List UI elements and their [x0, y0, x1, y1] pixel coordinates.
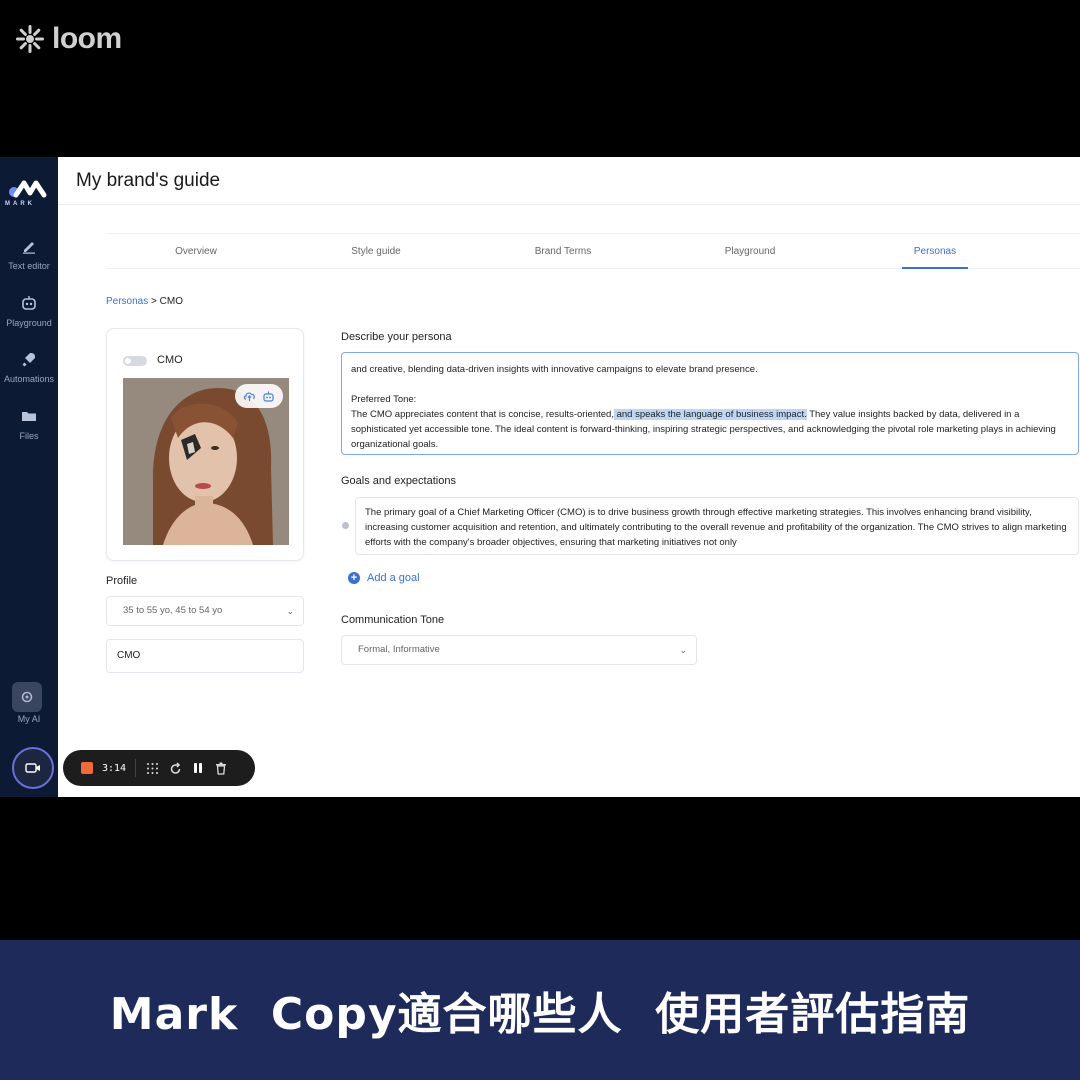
communication-tone-value: Formal, Informative	[358, 644, 440, 655]
main-content: My brand's guide Overview Style guide Br…	[58, 157, 1080, 797]
sidebar-item-text-editor[interactable]: Text editor	[0, 237, 58, 271]
loom-logo-icon	[16, 25, 44, 53]
caption-text: Mark Copy適合哪些人 使用者評估指南	[109, 989, 971, 1040]
tab-bar: Overview Style guide Brand Terms Playgro…	[106, 233, 1080, 269]
video-camera-icon	[25, 763, 40, 773]
sidebar-item-files[interactable]: Files	[0, 407, 58, 441]
describe-persona-label: Describe your persona	[341, 331, 452, 343]
profile-label: Profile	[106, 575, 138, 587]
sidebar-item-label: Files	[19, 431, 39, 441]
breadcrumb-current: CMO	[159, 296, 183, 307]
age-range-select[interactable]: 35 to 55 yo, 45 to 54 yo ⌄	[106, 596, 304, 626]
gear-icon	[21, 691, 33, 703]
drawing-tool-icon[interactable]	[145, 761, 159, 775]
caption-banner: Mark Copy適合哪些人 使用者評估指南	[0, 940, 1080, 1080]
upload-cloud-icon[interactable]	[243, 390, 256, 403]
tab-style-guide[interactable]: Style guide	[334, 234, 418, 269]
persona-card: CMO	[106, 328, 304, 561]
trash-icon[interactable]	[214, 761, 228, 775]
loom-wordmark: loom	[52, 22, 122, 55]
sidebar-item-automations[interactable]: Automations	[0, 350, 58, 384]
age-range-value: 35 to 55 yo, 45 to 54 yo	[123, 605, 223, 616]
loom-watermark: loom	[14, 22, 122, 56]
add-goal-label: Add a goal	[367, 572, 420, 584]
pencil-icon	[23, 242, 35, 254]
persona-name: CMO	[157, 354, 183, 366]
plus-circle-icon: +	[348, 572, 360, 584]
breadcrumb-personas-link[interactable]: Personas	[106, 296, 148, 307]
sidebar: MARK Text editor Playground Automations …	[0, 157, 58, 797]
ai-generate-icon[interactable]	[262, 390, 275, 403]
goal-item[interactable]: The primary goal of a Chief Marketing Of…	[355, 497, 1079, 555]
communication-tone-label: Communication Tone	[341, 614, 445, 626]
my-ai-button[interactable]	[12, 682, 42, 712]
tab-playground[interactable]: Playground	[708, 234, 792, 269]
chevron-down-icon: ⌄	[679, 645, 687, 655]
add-goal-button[interactable]: + Add a goal	[348, 572, 420, 584]
logo-wordmark: MARK	[5, 201, 35, 207]
robot-icon	[22, 296, 36, 310]
breadcrumb-separator: >	[151, 296, 157, 307]
goals-label: Goals and expectations	[341, 475, 456, 487]
tone-heading: Preferred Tone:	[351, 394, 417, 405]
sidebar-item-label: Playground	[6, 318, 52, 328]
persona-photo	[123, 378, 289, 545]
pause-icon[interactable]	[191, 761, 205, 775]
page-header: My brand's guide	[58, 157, 1080, 205]
role-input[interactable]: CMO	[106, 639, 304, 673]
tab-overview[interactable]: Overview	[154, 234, 238, 269]
tone-paragraph: The CMO appreciates content that is conc…	[351, 407, 1069, 452]
divider	[135, 759, 137, 777]
communication-tone-select[interactable]: Formal, Informative ⌄	[341, 635, 697, 665]
sidebar-item-label: Automations	[3, 374, 55, 384]
describe-line: and creative, blending data-driven insig…	[351, 364, 758, 375]
page-title: My brand's guide	[76, 169, 221, 191]
folder-icon	[22, 412, 36, 421]
my-ai-label: My AI	[17, 714, 41, 724]
selected-text-highlight: and speaks the language of business impa…	[613, 409, 807, 420]
sidebar-item-label: Text editor	[8, 261, 50, 271]
recording-timer: 3:14	[102, 762, 127, 774]
app-window: MARK Text editor Playground Automations …	[0, 157, 1080, 797]
chevron-down-icon: ⌄	[286, 606, 294, 616]
stop-recording-button[interactable]	[81, 762, 93, 774]
breadcrumb: Personas > CMO	[106, 296, 183, 307]
restart-icon[interactable]	[168, 761, 182, 775]
mark-logo-icon	[9, 180, 47, 198]
tone-text-before: The CMO appreciates content that is conc…	[351, 409, 614, 420]
rocket-icon	[22, 353, 35, 367]
persona-toggle[interactable]	[123, 356, 147, 366]
tab-personas[interactable]: Personas	[902, 234, 968, 269]
sidebar-item-playground[interactable]: Playground	[0, 294, 58, 328]
tab-brand-terms[interactable]: Brand Terms	[521, 234, 605, 269]
goal-bullet	[342, 522, 349, 529]
recording-controls: 3:14	[63, 750, 255, 786]
photo-actions	[235, 384, 283, 408]
describe-persona-textarea[interactable]: and creative, blending data-driven insig…	[341, 352, 1079, 455]
camera-bubble-button[interactable]	[12, 747, 54, 789]
